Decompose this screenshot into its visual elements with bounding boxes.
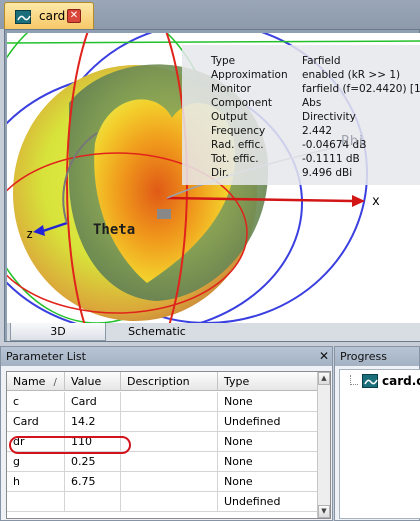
cell-name[interactable] xyxy=(7,492,65,512)
info-value: Farfield xyxy=(302,55,341,67)
cell-description[interactable] xyxy=(121,492,218,512)
view-tab-bar: 3D Schematic xyxy=(7,323,420,341)
column-header-type[interactable]: Type xyxy=(218,372,318,391)
cell-type[interactable]: Undefined xyxy=(218,412,318,432)
column-header-name[interactable]: Name / xyxy=(7,372,65,391)
cell-name[interactable]: g xyxy=(7,452,65,472)
info-row-tot-effic: Tot. effic. -0.1111 dB xyxy=(182,153,420,167)
document-tab-strip: card ✕ xyxy=(0,0,420,29)
cell-value[interactable] xyxy=(65,492,121,512)
theta-axis-label: Theta xyxy=(93,222,136,238)
progress-panel: Progress card.cst xyxy=(334,346,420,521)
parameter-list-panel: Parameter List ✕ Name / Value Description… xyxy=(0,346,333,521)
cell-name[interactable]: h xyxy=(7,472,65,492)
progress-item[interactable]: card.cst xyxy=(382,374,420,388)
farfield-3d-view[interactable]: Type Farfield Approximation enabled (kR >>… xyxy=(7,33,420,323)
info-value: farfield (f=02.4420) [1] xyxy=(302,83,420,95)
tab-3d[interactable]: 3D xyxy=(10,323,106,341)
table-row[interactable]: c Card None xyxy=(7,392,318,412)
info-key: Rad. effic. xyxy=(211,139,264,151)
z-axis-label: z xyxy=(26,227,34,241)
info-value: 9.496 dBi xyxy=(302,167,353,179)
cst-file-icon xyxy=(362,374,378,388)
info-value: Abs xyxy=(302,97,322,109)
table-row-new[interactable]: Undefined xyxy=(7,492,318,512)
cell-value[interactable]: 0.25 xyxy=(65,452,121,472)
column-header-label: Name xyxy=(13,375,46,388)
farfield-view-frame: Type Farfield Approximation enabled (kR >>… xyxy=(4,29,420,342)
info-key: Frequency xyxy=(211,125,266,137)
cell-value[interactable]: Card xyxy=(65,392,121,412)
info-key: Output xyxy=(211,111,248,123)
grid-header: Name / Value Description Type xyxy=(7,372,318,391)
parameter-list-title: Parameter List xyxy=(6,350,86,363)
cell-type[interactable]: None xyxy=(218,472,318,492)
cell-description[interactable] xyxy=(121,432,218,452)
table-row[interactable]: Card 14.2 Undefined xyxy=(7,412,318,432)
cst-app-icon xyxy=(15,10,31,24)
info-key: Component xyxy=(211,97,272,109)
cell-description[interactable] xyxy=(121,392,218,412)
cell-type[interactable]: None xyxy=(218,392,318,412)
vertical-scrollbar[interactable]: ▲ ▼ xyxy=(317,372,330,518)
highlight-annotation xyxy=(9,436,131,454)
info-row-approximation: Approximation enabled (kR >> 1) xyxy=(182,69,420,83)
info-key: Tot. effic. xyxy=(211,153,259,165)
progress-title-bar: Progress xyxy=(335,347,419,366)
cell-type[interactable]: None xyxy=(218,452,318,472)
tab-card[interactable]: card ✕ xyxy=(4,2,94,29)
progress-tree: card.cst xyxy=(339,369,420,519)
info-value: Directivity xyxy=(302,111,356,123)
cell-type[interactable]: None xyxy=(218,432,318,452)
cell-description[interactable] xyxy=(121,472,218,492)
x-axis-label: x xyxy=(372,194,380,209)
cell-type[interactable]: Undefined xyxy=(218,492,318,512)
info-row-monitor: Monitor farfield (f=02.4420) [1] xyxy=(182,83,420,97)
farfield-info-overlay: Type Farfield Approximation enabled (kR >>… xyxy=(182,45,420,185)
cell-value[interactable]: 6.75 xyxy=(65,472,121,492)
tab-schematic[interactable]: Schematic xyxy=(107,323,207,341)
cell-name[interactable]: c xyxy=(7,392,65,412)
close-panel-icon[interactable]: ✕ xyxy=(319,349,329,363)
cell-description[interactable] xyxy=(121,452,218,472)
column-header-description[interactable]: Description xyxy=(121,372,218,391)
progress-title: Progress xyxy=(340,350,387,363)
tree-connector xyxy=(350,375,358,385)
cell-description[interactable] xyxy=(121,412,218,432)
tab-label: card xyxy=(39,9,66,23)
scroll-up-icon[interactable]: ▲ xyxy=(318,372,330,385)
info-row-output: Output Directivity xyxy=(182,111,420,125)
parameter-grid: Name / Value Description Type c Card None… xyxy=(6,371,331,519)
info-value: -0.1111 dB xyxy=(302,153,360,165)
phi-axis-label: Phi xyxy=(341,134,364,149)
sort-indicator-icon: / xyxy=(53,377,57,388)
scroll-down-icon[interactable]: ▼ xyxy=(318,505,330,518)
info-row-component: Component Abs xyxy=(182,97,420,111)
table-row[interactable]: g 0.25 None xyxy=(7,452,318,472)
info-key: Dir. xyxy=(211,167,229,179)
info-row-type: Type Farfield xyxy=(182,55,420,69)
info-value: 2.442 xyxy=(302,125,333,137)
info-row-rad-effic: Rad. effic. -0.04674 dB xyxy=(182,139,420,153)
cell-name[interactable]: Card xyxy=(7,412,65,432)
close-tab-icon[interactable]: ✕ xyxy=(67,9,81,23)
info-key: Monitor xyxy=(211,83,251,95)
parameter-list-title-bar: Parameter List ✕ xyxy=(1,347,332,366)
cell-value[interactable]: 14.2 xyxy=(65,412,121,432)
table-row[interactable]: h 6.75 None xyxy=(7,472,318,492)
info-key: Approximation xyxy=(211,69,288,81)
info-row-dir: Dir. 9.496 dBi xyxy=(182,167,420,181)
info-key: Type xyxy=(211,55,236,67)
info-value: enabled (kR >> 1) xyxy=(302,69,401,81)
info-row-frequency: Frequency 2.442 xyxy=(182,125,420,139)
column-header-value[interactable]: Value xyxy=(65,372,121,391)
